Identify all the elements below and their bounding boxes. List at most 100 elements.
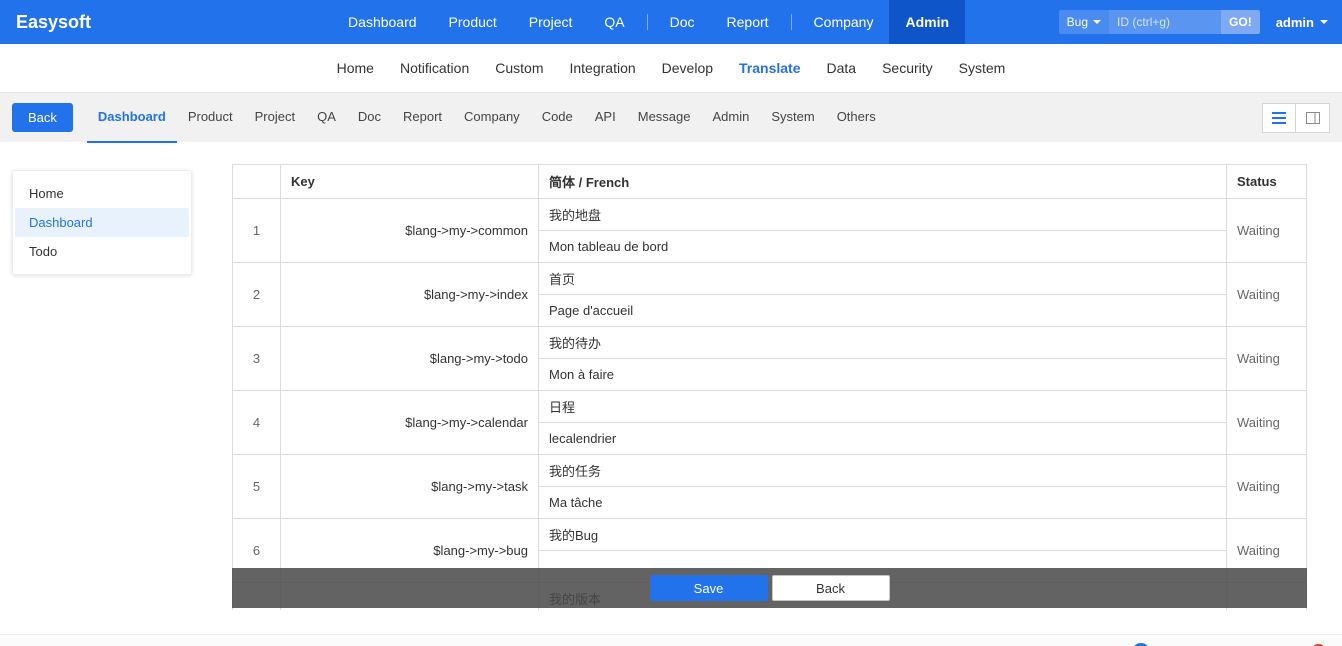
user-name: admin	[1276, 15, 1314, 30]
row-translation-text[interactable]: Page d'accueil	[539, 295, 1227, 327]
tab-others[interactable]: Others	[826, 93, 887, 143]
top-nav: DashboardProductProjectQA DocReport Compan…	[332, 0, 965, 44]
tab-report[interactable]: Report	[392, 93, 453, 143]
action-bar: Save Back	[232, 568, 1307, 608]
tab-doc[interactable]: Doc	[347, 93, 392, 143]
table-header-row: Key 简体 / French Status	[233, 165, 1307, 199]
column-view-button[interactable]	[1296, 103, 1330, 133]
tab-system[interactable]: System	[760, 93, 825, 143]
user-menu[interactable]: admin	[1276, 15, 1328, 30]
list-view-icon	[1272, 112, 1286, 124]
row-translation-text[interactable]: lecalendrier	[539, 423, 1227, 455]
subnav-item-security[interactable]: Security	[869, 44, 946, 92]
row-status: Waiting	[1227, 455, 1307, 519]
subnav-item-custom[interactable]: Custom	[482, 44, 556, 92]
brand-logo[interactable]: Easysoft	[0, 12, 107, 33]
search-input[interactable]	[1109, 10, 1221, 34]
subnav-item-system[interactable]: System	[946, 44, 1019, 92]
translate-table-body: 1$lang->my->common我的地盘WaitingMon tableau…	[233, 199, 1307, 611]
module-tabs: DashboardProductProjectQADocReportCompan…	[87, 93, 887, 142]
row-translation-text[interactable]: Ma tâche	[539, 487, 1227, 519]
tab-qa[interactable]: QA	[306, 93, 347, 143]
tab-admin[interactable]: Admin	[701, 93, 760, 143]
topnav-item-company[interactable]: Company	[798, 0, 890, 44]
subnav-item-data[interactable]: Data	[814, 44, 870, 92]
table-row: 2$lang->my->index首页Waiting	[233, 263, 1307, 295]
topnav-item-admin[interactable]: Admin	[889, 0, 965, 44]
topnav-item-product[interactable]: Product	[433, 0, 513, 44]
save-button[interactable]: Save	[650, 575, 768, 601]
row-source-text: 我的地盘	[539, 199, 1227, 231]
tab-message[interactable]: Message	[627, 93, 702, 143]
sidebar-item-dashboard[interactable]: Dashboard	[15, 208, 189, 237]
footer: ZenTao>Admin>Translate>Translate Module …	[0, 634, 1342, 646]
tab-dashboard[interactable]: Dashboard	[87, 93, 177, 143]
topnav-item-qa[interactable]: QA	[588, 0, 640, 44]
row-status: Waiting	[1227, 263, 1307, 327]
translate-table: Key 简体 / French Status 1$lang->my->commo…	[232, 164, 1307, 610]
subnav-item-integration[interactable]: Integration	[556, 44, 648, 92]
row-key: $lang->my->task	[281, 455, 539, 519]
sidebar-item-home[interactable]: Home	[15, 179, 189, 208]
back-button[interactable]: Back	[12, 103, 73, 132]
list-view-button[interactable]	[1262, 103, 1296, 133]
row-index: 1	[233, 199, 281, 263]
caret-down-icon	[1320, 20, 1328, 24]
topnav-item-project[interactable]: Project	[513, 0, 589, 44]
tab-project[interactable]: Project	[244, 93, 306, 143]
view-toggle-group	[1262, 103, 1330, 133]
subnav-item-develop[interactable]: Develop	[649, 44, 726, 92]
back-button-bar[interactable]: Back	[772, 575, 890, 601]
nav-divider	[791, 14, 792, 30]
search-type-label: Bug	[1067, 15, 1088, 29]
translate-table-wrap: Key 简体 / French Status 1$lang->my->commo…	[232, 164, 1307, 610]
topbar-right: Bug GO! admin	[1059, 10, 1342, 34]
row-source-text: 我的任务	[539, 455, 1227, 487]
footer-right: Designed by AIUX ZenTao11.6 ZenTao Pro ?	[1025, 643, 1326, 646]
header-translation: 简体 / French	[539, 165, 1227, 199]
row-key: $lang->my->todo	[281, 327, 539, 391]
row-source-text: 日程	[539, 391, 1227, 423]
nav-divider	[647, 14, 648, 30]
row-key: $lang->my->calendar	[281, 391, 539, 455]
row-status: Waiting	[1227, 391, 1307, 455]
table-row: 3$lang->my->todo我的待办Waiting	[233, 327, 1307, 359]
row-status: Waiting	[1227, 327, 1307, 391]
row-status: Waiting	[1227, 199, 1307, 263]
search-type-dropdown[interactable]: Bug	[1059, 10, 1109, 34]
table-row: 1$lang->my->common我的地盘Waiting	[233, 199, 1307, 231]
row-index: 5	[233, 455, 281, 519]
header-status: Status	[1227, 165, 1307, 199]
subnav-item-home[interactable]: Home	[324, 44, 387, 92]
zentao-logo-icon	[1132, 643, 1150, 646]
row-key: $lang->my->common	[281, 199, 539, 263]
row-index: 3	[233, 327, 281, 391]
tab-api[interactable]: API	[584, 93, 627, 143]
row-index: 2	[233, 263, 281, 327]
row-translation-text[interactable]: Mon tableau de bord	[539, 231, 1227, 263]
toolbar: Back DashboardProductProjectQADocReportC…	[0, 92, 1342, 142]
topnav-item-report[interactable]: Report	[711, 0, 785, 44]
subnav-item-translate[interactable]: Translate	[726, 44, 813, 92]
tab-company[interactable]: Company	[453, 93, 531, 143]
sidebar-item-todo[interactable]: Todo	[15, 237, 189, 266]
tab-code[interactable]: Code	[531, 93, 584, 143]
header-key: Key	[281, 165, 539, 199]
row-source-text: 首页	[539, 263, 1227, 295]
row-index: 4	[233, 391, 281, 455]
sidebar: HomeDashboardTodo	[12, 170, 192, 275]
topnav-item-doc[interactable]: Doc	[654, 0, 711, 44]
header-index	[233, 165, 281, 199]
topnav-item-dashboard[interactable]: Dashboard	[332, 0, 433, 44]
tab-product[interactable]: Product	[177, 93, 244, 143]
subnav-item-notification[interactable]: Notification	[387, 44, 482, 92]
search-go-button[interactable]: GO!	[1221, 10, 1260, 34]
row-translation-text[interactable]: Mon à faire	[539, 359, 1227, 391]
row-source-text: 我的待办	[539, 327, 1227, 359]
caret-down-icon	[1093, 20, 1101, 24]
content: HomeDashboardTodo Key 简体 / French Status…	[0, 164, 1342, 634]
table-row: 4$lang->my->calendar日程Waiting	[233, 391, 1307, 423]
row-key: $lang->my->index	[281, 263, 539, 327]
column-view-icon	[1306, 112, 1320, 124]
row-source-text: 我的Bug	[539, 519, 1227, 551]
